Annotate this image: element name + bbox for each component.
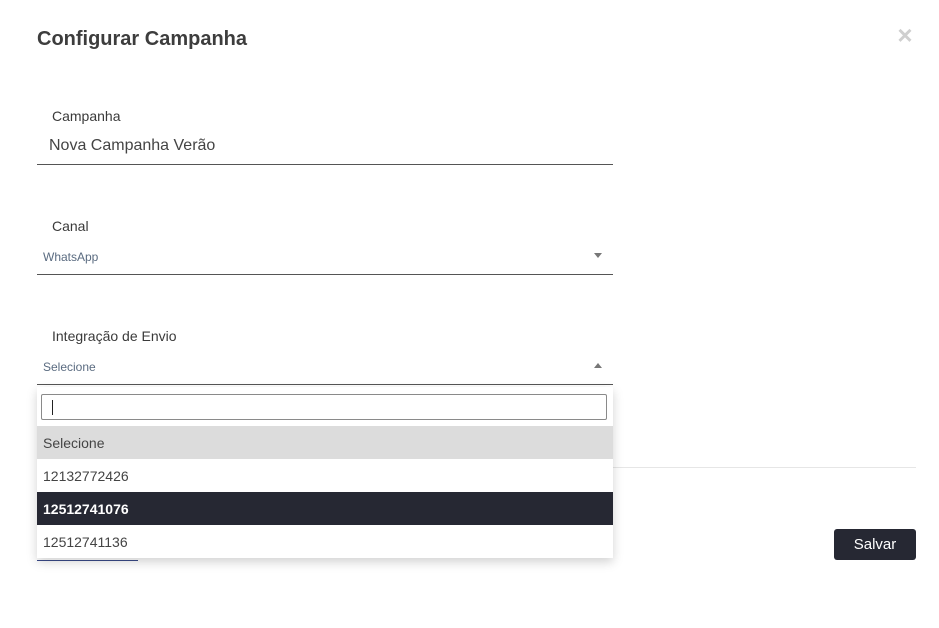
dropdown-option[interactable]: 12512741136	[37, 525, 613, 558]
dropdown-search-input[interactable]	[41, 394, 607, 420]
channel-label: Canal	[52, 218, 89, 234]
close-icon[interactable]: ×	[894, 22, 916, 48]
save-button[interactable]: Salvar	[834, 529, 916, 560]
campaign-input-underline	[37, 164, 613, 165]
integration-select[interactable]: Selecione	[43, 360, 96, 374]
dropdown-option[interactable]: 12512741076	[37, 492, 613, 525]
configure-campaign-modal: Configurar Campanha × Campanha Nova Camp…	[0, 0, 939, 628]
obscured-button-edge	[37, 560, 138, 561]
integration-label: Integração de Envio	[52, 328, 177, 344]
integration-select-underline	[37, 384, 613, 385]
campaign-label: Campanha	[52, 108, 121, 124]
chevron-down-icon	[594, 253, 602, 258]
text-cursor	[52, 400, 53, 415]
dropdown-option[interactable]: Selecione	[37, 426, 613, 459]
channel-select[interactable]: WhatsApp	[43, 250, 98, 264]
chevron-up-icon	[594, 363, 602, 368]
dropdown-option[interactable]: 12132772426	[37, 459, 613, 492]
channel-select-underline	[37, 274, 613, 275]
integration-dropdown: Selecione 12132772426 12512741076 125127…	[37, 387, 613, 558]
footer-divider	[613, 467, 916, 468]
campaign-name-input[interactable]: Nova Campanha Verão	[49, 137, 215, 155]
modal-title: Configurar Campanha	[37, 28, 248, 50]
